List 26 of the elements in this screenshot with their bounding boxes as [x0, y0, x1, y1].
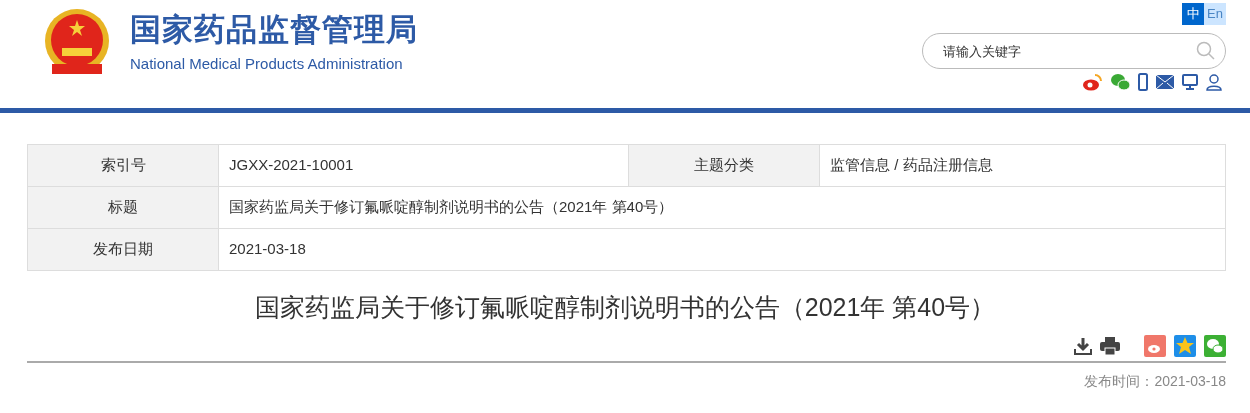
- star-share-icon[interactable]: [1174, 334, 1196, 357]
- field-value: 监管信息 / 药品注册信息: [820, 145, 1226, 187]
- publish-time: 发布时间：2021-03-18: [1084, 372, 1226, 389]
- mail-icon[interactable]: [1156, 75, 1174, 89]
- field-label: 发布日期: [28, 229, 219, 271]
- wechat-share-icon[interactable]: [1204, 334, 1226, 357]
- download-icon[interactable]: [1074, 336, 1092, 355]
- monitor-icon[interactable]: [1182, 74, 1198, 90]
- wechat-icon[interactable]: [1110, 73, 1130, 91]
- language-tab[interactable]: 中: [1182, 3, 1204, 25]
- field-value: 2021-03-18: [219, 229, 1226, 271]
- article-title: 国家药监局关于修订氟哌啶醇制剂说明书的公告（2021年 第40号）: [253, 292, 997, 323]
- site-subtitle: National Medical Products Administration: [130, 54, 404, 74]
- site-title: 国家药品监督管理局: [130, 14, 418, 45]
- phone-icon[interactable]: [1138, 73, 1148, 91]
- search-field[interactable]: 请输入关键字: [922, 33, 1226, 69]
- field-value: 国家药监局关于修订氟哌啶醇制剂说明书的公告（2021年 第40号）: [219, 187, 1226, 229]
- field-label: 主题分类: [629, 145, 820, 187]
- user-icon[interactable]: [1206, 73, 1222, 91]
- field-value: JGXX-2021-10001: [219, 145, 629, 187]
- language-tab[interactable]: En: [1204, 3, 1226, 25]
- field-label: 索引号: [28, 145, 219, 187]
- weibo-share-icon[interactable]: [1144, 334, 1166, 357]
- field-label: 标题: [28, 187, 219, 229]
- print-icon[interactable]: [1100, 336, 1120, 355]
- weibo-icon[interactable]: [1082, 73, 1102, 91]
